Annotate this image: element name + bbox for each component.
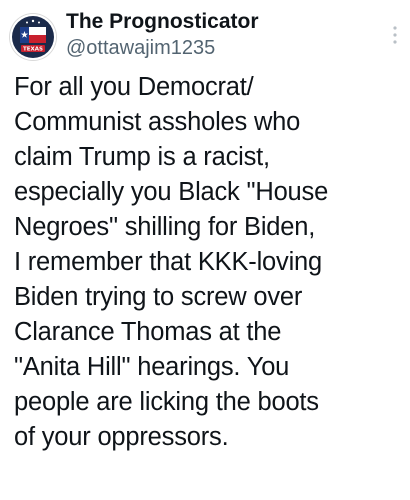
more-vertical-icon[interactable] [388, 22, 402, 48]
texas-flag-badge-icon: TEXAS [10, 14, 56, 60]
avatar[interactable]: TEXAS [10, 14, 56, 60]
display-name[interactable]: The Prognosticator [66, 9, 382, 35]
tweet-text: For all you Democrat/ Communist assholes… [14, 73, 329, 451]
tweet-card: TEXAS The Prognosticator @ottawajim1235 … [0, 0, 410, 500]
tweet-header: The Prognosticator @ottawajim1235 [66, 9, 382, 61]
avatar-text: TEXAS [23, 47, 43, 53]
user-handle[interactable]: @ottawajim1235 [66, 35, 382, 61]
